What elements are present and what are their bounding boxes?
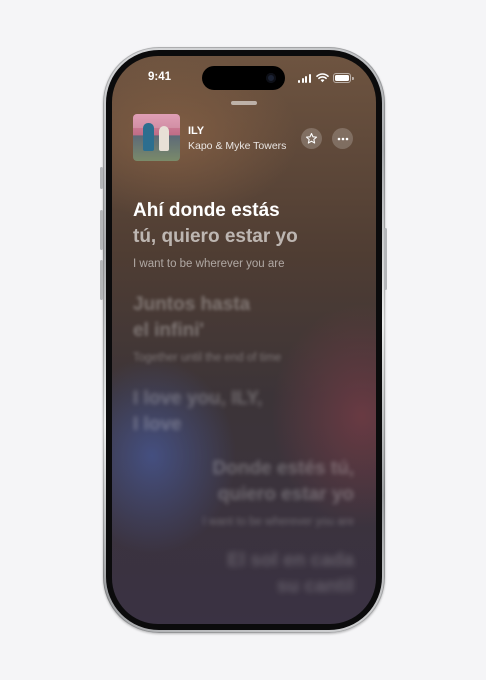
favorite-button[interactable]: [301, 128, 322, 149]
lyric-upcoming-1-translation: Together until the end of time: [133, 352, 282, 364]
album-art[interactable]: [133, 114, 180, 161]
action-button: [100, 167, 103, 189]
lyric-upcoming-2-line-2[interactable]: I love: [133, 414, 182, 436]
sheet-grabber[interactable]: [231, 101, 257, 105]
lyric-upcoming-4-line-1[interactable]: El sol en cada: [227, 550, 354, 572]
battery-icon: [333, 73, 354, 83]
lyric-upcoming-2-line-1[interactable]: I love you, ILY,: [133, 388, 262, 410]
camera-icon: [266, 73, 276, 83]
cellular-signal-icon: [298, 74, 312, 83]
status-time: 9:41: [148, 71, 172, 83]
lyric-upcoming-1-line-1[interactable]: Juntos hasta: [133, 294, 250, 316]
lyric-upcoming-4-line-2[interactable]: su cantil: [277, 576, 354, 598]
lyric-upcoming-3-translation: I want to be wherever you are: [202, 516, 355, 528]
more-button[interactable]: [332, 128, 353, 149]
lyric-current-translation: I want to be wherever you are: [133, 258, 285, 270]
song-title[interactable]: ILY: [188, 125, 204, 137]
wifi-icon: [316, 73, 329, 83]
dynamic-island: [202, 66, 285, 90]
status-bar: 9:41: [112, 56, 376, 96]
now-playing-header: ILY Kapo & Myke Towers: [133, 114, 363, 162]
lyric-upcoming-3-line-2[interactable]: quiero estar yo: [218, 484, 354, 506]
song-artist[interactable]: Kapo & Myke Towers: [188, 140, 286, 152]
volume-down-button: [100, 260, 103, 300]
lyric-upcoming-1-line-2[interactable]: el infini': [133, 320, 204, 342]
star-icon: [305, 132, 318, 144]
ellipsis-icon: [337, 137, 348, 140]
lyric-current-line-2[interactable]: tú, quiero estar yo: [133, 226, 298, 248]
power-button: [384, 228, 387, 290]
screen: 9:41 ILY Kapo & Myke Towers Ahí donde es…: [112, 56, 376, 624]
volume-up-button: [100, 210, 103, 250]
lyric-current-line-1[interactable]: Ahí donde estás: [133, 200, 280, 222]
lyric-upcoming-3-line-1[interactable]: Donde estés tú,: [213, 458, 354, 480]
